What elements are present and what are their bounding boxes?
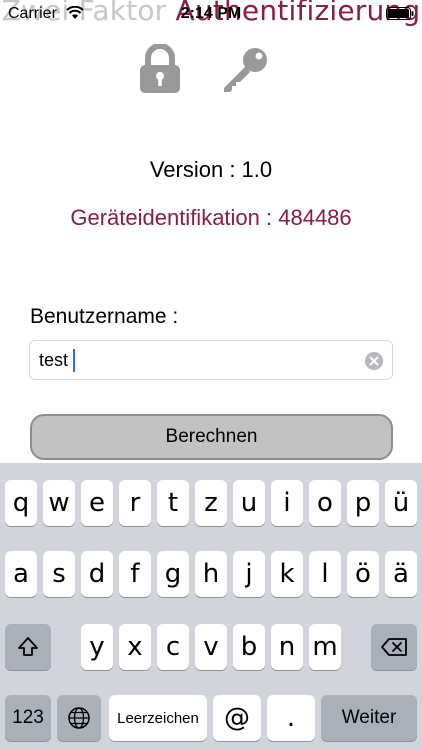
key-g[interactable]: g bbox=[157, 551, 189, 597]
globe-key[interactable] bbox=[57, 695, 101, 741]
username-input-value[interactable]: test bbox=[39, 350, 68, 371]
return-key[interactable]: Weiter bbox=[321, 695, 417, 741]
space-key[interactable]: Leerzeichen bbox=[109, 695, 207, 741]
key-icon bbox=[224, 48, 267, 92]
key-i[interactable]: i bbox=[271, 480, 303, 526]
globe-icon bbox=[68, 707, 90, 729]
key-u[interactable]: u bbox=[233, 480, 265, 526]
key-c[interactable]: c bbox=[157, 624, 189, 670]
backspace-icon bbox=[381, 638, 407, 656]
key-v[interactable]: v bbox=[195, 624, 227, 670]
key-y[interactable]: y bbox=[81, 624, 113, 670]
key-a[interactable]: a bbox=[5, 551, 37, 597]
key-j[interactable]: j bbox=[233, 551, 265, 597]
username-label: Benutzername : bbox=[30, 305, 179, 328]
text-caret bbox=[73, 349, 75, 372]
key-s[interactable]: s bbox=[43, 551, 75, 597]
key-ae[interactable]: ä bbox=[385, 551, 417, 597]
backspace-key[interactable] bbox=[371, 624, 417, 670]
username-input[interactable]: test bbox=[29, 340, 393, 380]
key-q[interactable]: q bbox=[5, 480, 37, 526]
key-h[interactable]: h bbox=[195, 551, 227, 597]
status-time: 2:14 PM bbox=[180, 5, 242, 22]
key-n[interactable]: n bbox=[271, 624, 303, 670]
calculate-button[interactable]: Berechnen bbox=[30, 414, 393, 460]
keyboard: q w e r t z u i o p ü a s d f g h j k l … bbox=[0, 463, 422, 750]
dot-key[interactable]: . bbox=[267, 695, 315, 741]
key-d[interactable]: d bbox=[81, 551, 113, 597]
key-o[interactable]: o bbox=[309, 480, 341, 526]
battery-icon bbox=[386, 7, 414, 20]
key-e[interactable]: e bbox=[81, 480, 113, 526]
clear-icon[interactable] bbox=[365, 352, 383, 370]
key-w[interactable]: w bbox=[43, 480, 75, 526]
version-label: Version : 1.0 bbox=[149, 157, 273, 182]
lock-icon bbox=[140, 44, 180, 93]
key-p[interactable]: p bbox=[347, 480, 379, 526]
key-x[interactable]: x bbox=[119, 624, 151, 670]
key-t[interactable]: t bbox=[157, 480, 189, 526]
key-r[interactable]: r bbox=[119, 480, 151, 526]
key-m[interactable]: m bbox=[309, 624, 341, 670]
shift-icon bbox=[18, 637, 38, 656]
status-bar: Carrier 2:14 PM bbox=[0, 0, 422, 28]
shift-key[interactable] bbox=[5, 624, 51, 670]
key-k[interactable]: k bbox=[271, 551, 303, 597]
at-key[interactable]: @ bbox=[213, 695, 261, 741]
key-l[interactable]: l bbox=[309, 551, 341, 597]
numbers-key[interactable]: 123 bbox=[5, 695, 51, 741]
key-z[interactable]: z bbox=[195, 480, 227, 526]
key-ue[interactable]: ü bbox=[385, 480, 417, 526]
key-oe[interactable]: ö bbox=[347, 551, 379, 597]
device-id-label: Geräteidentifikation : 484486 bbox=[70, 205, 352, 230]
calculate-button-label: Berechnen bbox=[165, 426, 258, 447]
key-b[interactable]: b bbox=[233, 624, 265, 670]
key-f[interactable]: f bbox=[119, 551, 151, 597]
